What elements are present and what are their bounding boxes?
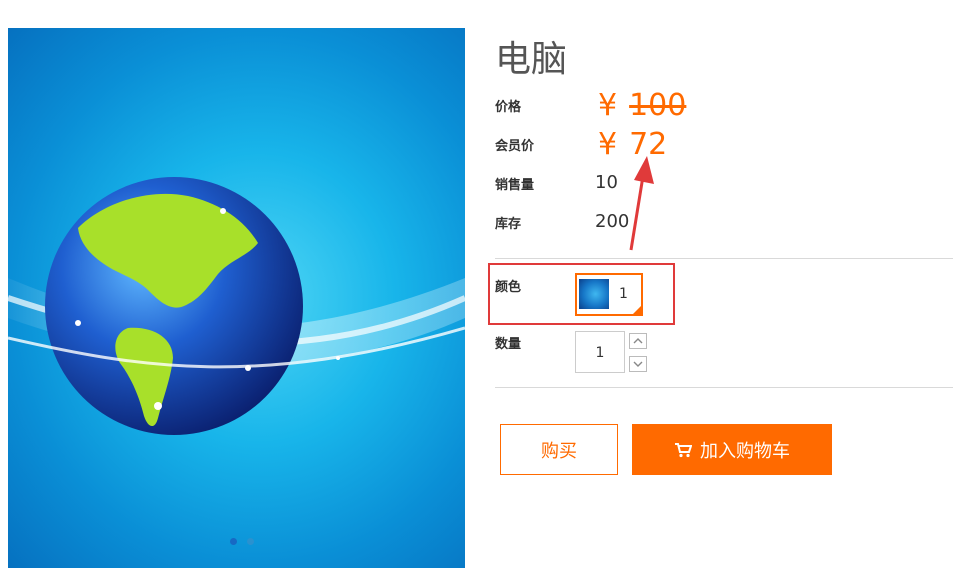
- buy-button[interactable]: 购买: [500, 424, 618, 475]
- member-price-label: 会员价: [495, 139, 535, 154]
- quantity-increase-button[interactable]: [629, 333, 647, 349]
- cart-icon: [675, 442, 692, 457]
- annotation-highlight-box: [488, 263, 675, 325]
- stock-value: 200: [595, 211, 630, 232]
- member-price: 72: [629, 127, 668, 162]
- price-label: 价格: [495, 100, 522, 115]
- quantity-input[interactable]: 1: [575, 331, 625, 373]
- currency-symbol: ¥: [598, 88, 618, 123]
- product-image-gallery[interactable]: [8, 28, 465, 568]
- gallery-dot[interactable]: [247, 538, 254, 545]
- sales-label: 销售量: [495, 178, 535, 193]
- sales-value: 10: [595, 172, 618, 193]
- quantity-label: 数量: [495, 337, 522, 352]
- stock-label: 库存: [495, 217, 522, 232]
- divider: [495, 387, 953, 388]
- product-title: 电脑: [495, 39, 568, 80]
- currency-symbol: ¥: [598, 127, 618, 162]
- quantity-decrease-button[interactable]: [629, 356, 647, 372]
- gallery-dot[interactable]: [230, 538, 237, 545]
- earth-globe-image: [8, 177, 465, 435]
- add-to-cart-label: 加入购物车: [700, 440, 790, 462]
- original-price: 100: [629, 88, 687, 123]
- price-value: ¥100: [598, 88, 686, 123]
- member-price-value: ¥72: [598, 127, 667, 162]
- add-to-cart-button[interactable]: 加入购物车: [632, 424, 832, 475]
- divider: [495, 258, 953, 259]
- gallery-pagination: [230, 538, 254, 546]
- chevron-up-icon: [633, 338, 643, 344]
- chevron-down-icon: [633, 361, 643, 367]
